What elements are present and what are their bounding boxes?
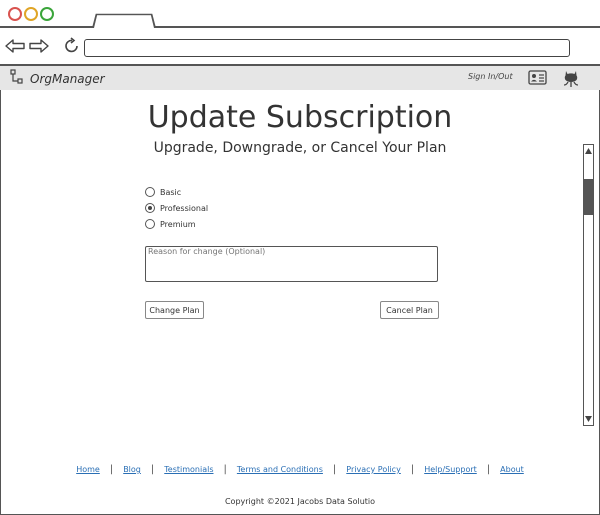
plan-option-premium[interactable]: Premium <box>145 216 208 232</box>
sign-in-out-link[interactable]: Sign In/Out <box>468 72 513 81</box>
plan-label: Professional <box>160 203 209 213</box>
brand-name: OrgManager <box>30 72 105 86</box>
forward-arrow-icon[interactable] <box>29 37 49 55</box>
separator: | <box>410 464 415 475</box>
page-title: Update Subscription <box>147 100 453 135</box>
address-bar-input[interactable] <box>84 39 570 57</box>
plan-option-professional[interactable]: Professional <box>145 200 208 216</box>
footer-link-blog[interactable]: Blog <box>123 465 141 474</box>
browser-tab[interactable] <box>92 13 156 28</box>
reason-for-change-input[interactable] <box>145 246 438 282</box>
footer-links: Home | Blog | Testimonials | Terms and C… <box>0 464 600 475</box>
radio-button[interactable] <box>145 187 155 197</box>
minimize-window-button[interactable] <box>24 7 38 21</box>
app-header: OrgManager Sign In/Out <box>0 66 600 90</box>
separator: | <box>223 464 227 475</box>
separator: | <box>332 464 337 475</box>
change-plan-button[interactable]: Change Plan <box>145 301 204 319</box>
browser-nav-bar <box>0 28 600 66</box>
footer-link-terms[interactable]: Terms and Conditions <box>237 465 323 474</box>
footer-link-privacy[interactable]: Privacy Policy <box>346 465 401 474</box>
reload-icon[interactable] <box>62 37 82 55</box>
github-octocat-icon[interactable] <box>562 68 580 88</box>
contact-card-icon[interactable] <box>528 70 547 85</box>
scroll-up-icon[interactable] <box>584 146 593 156</box>
radio-button-selected[interactable] <box>145 203 155 213</box>
scrollbar-thumb[interactable] <box>584 179 593 215</box>
scroll-down-icon[interactable] <box>584 414 593 424</box>
page-subtitle: Upgrade, Downgrade, or Cancel Your Plan <box>153 140 447 156</box>
footer-link-about[interactable]: About <box>500 465 524 474</box>
window-title-bar <box>0 0 600 28</box>
plan-label: Premium <box>160 219 196 229</box>
footer-link-testimonials[interactable]: Testimonials <box>164 465 213 474</box>
close-window-button[interactable] <box>8 7 22 21</box>
footer-link-home[interactable]: Home <box>76 465 100 474</box>
separator: | <box>109 464 114 475</box>
maximize-window-button[interactable] <box>40 7 54 21</box>
footer-link-help[interactable]: Help/Support <box>424 465 477 474</box>
brand[interactable]: OrgManager <box>10 69 105 89</box>
org-chart-icon <box>10 69 24 89</box>
back-arrow-icon[interactable] <box>5 37 25 55</box>
separator: | <box>150 464 155 475</box>
plan-radio-group: Basic Professional Premium <box>145 184 208 232</box>
plan-option-basic[interactable]: Basic <box>145 184 208 200</box>
plan-label: Basic <box>160 187 182 197</box>
cancel-plan-button[interactable]: Cancel Plan <box>380 301 439 319</box>
vertical-scrollbar[interactable] <box>583 144 594 426</box>
separator: | <box>486 464 491 475</box>
radio-button[interactable] <box>145 219 155 229</box>
copyright-text: Copyright ©2021 Jacobs Data Solutio <box>224 497 376 506</box>
